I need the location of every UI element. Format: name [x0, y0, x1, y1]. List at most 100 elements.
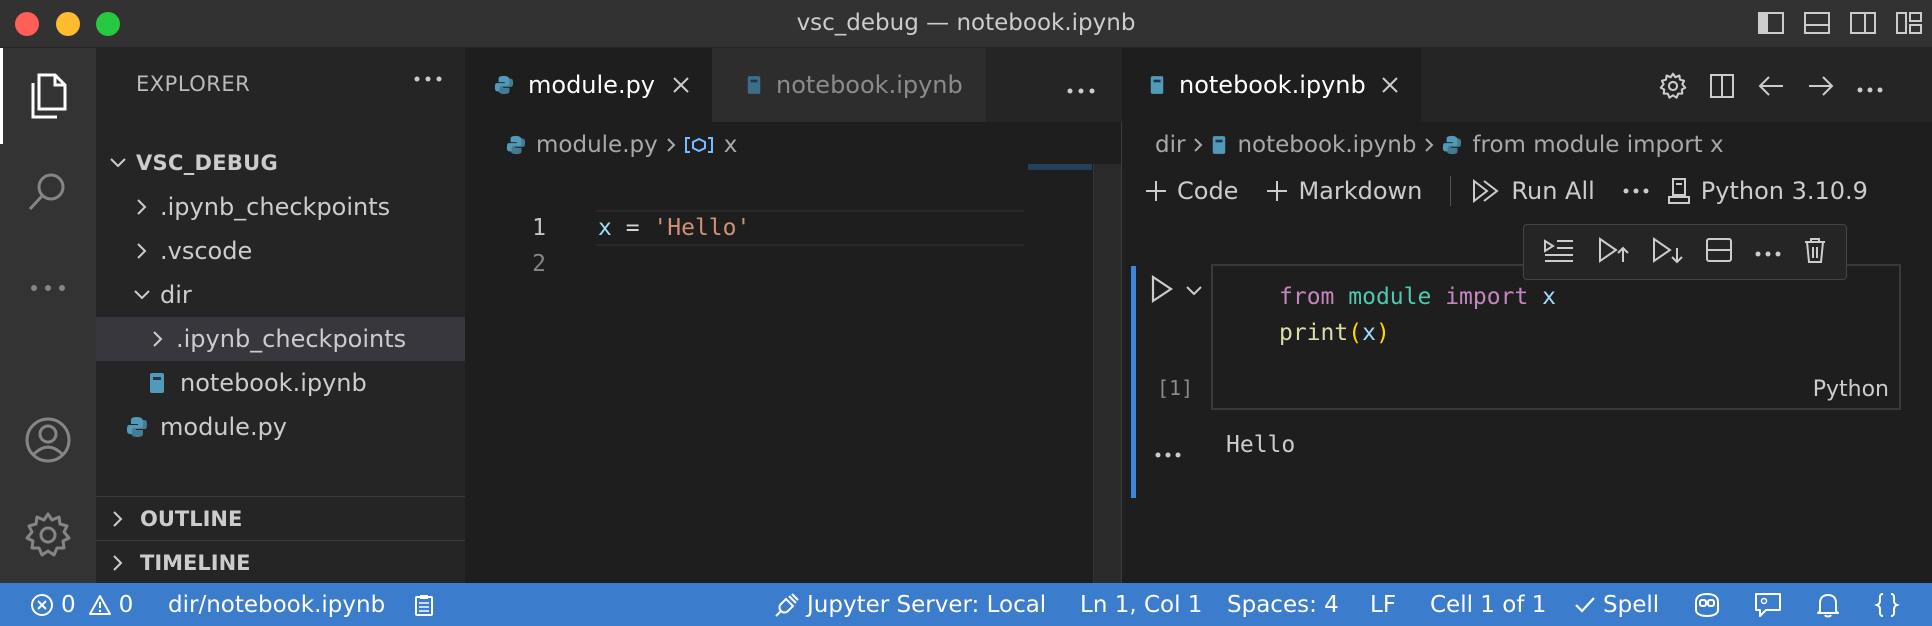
status-file-path[interactable]: dir/notebook.ipynb	[168, 583, 385, 626]
cell-code-line: print(x)	[1279, 320, 1390, 346]
notebook-file-icon	[1149, 74, 1165, 96]
tree-root-folder[interactable]: VSC_DEBUG	[96, 141, 465, 185]
customize-layout-icon[interactable]	[1886, 8, 1932, 38]
chevron-right-icon	[130, 195, 154, 219]
breadcrumb-dir[interactable]: dir	[1155, 132, 1185, 158]
chevron-right-icon	[146, 327, 170, 351]
arrow-left-icon[interactable]	[1757, 75, 1785, 101]
plug-icon	[774, 592, 800, 618]
problems-indicator[interactable]: 0 0	[30, 583, 133, 626]
explorer-more-actions-icon[interactable]	[413, 68, 443, 87]
breadcrumb-file[interactable]: module.py	[506, 132, 658, 158]
end-of-line[interactable]: LF	[1370, 583, 1396, 626]
notebook-toolbar: Code Markdown Run All Python 3.10.9	[1145, 168, 1896, 214]
editor-more-actions-icon[interactable]	[1066, 80, 1096, 99]
cursor-position[interactable]: Ln 1, Col 1	[1080, 583, 1202, 626]
chevron-right-icon	[106, 507, 130, 531]
toggle-panel-icon[interactable]	[1794, 8, 1840, 38]
run-below-icon[interactable]	[1651, 236, 1683, 268]
minimap-slider[interactable]	[1028, 164, 1092, 170]
settings-gear-icon[interactable]	[0, 487, 96, 583]
plus-icon	[1145, 180, 1167, 202]
notebook-file-icon	[146, 372, 168, 394]
explorer-icon[interactable]	[0, 48, 96, 144]
cell-code-line: from module import x	[1279, 284, 1557, 310]
notebook-file-icon	[746, 74, 762, 96]
settings-gear-icon[interactable]	[1659, 72, 1687, 104]
chevron-right-icon	[1193, 137, 1203, 153]
python-file-icon	[1442, 135, 1462, 155]
output-focus-indicator	[1131, 420, 1136, 498]
cell-language-picker[interactable]: Python	[1813, 377, 1889, 402]
copilot-icon[interactable]	[1692, 583, 1722, 626]
add-code-cell-button[interactable]: Code	[1145, 177, 1238, 205]
output-more-actions-icon[interactable]	[1155, 444, 1181, 463]
breadcrumb-file[interactable]: notebook.ipynb	[1211, 132, 1416, 158]
add-markdown-cell-button[interactable]: Markdown	[1266, 177, 1422, 205]
clipboard-icon[interactable]	[414, 583, 434, 626]
check-icon	[1574, 596, 1596, 614]
language-mode-braces-icon[interactable]	[1874, 583, 1900, 626]
tree-item-folder[interactable]: .vscode	[96, 229, 465, 273]
breadcrumb-cell[interactable]: from module import x	[1442, 132, 1724, 158]
arrow-right-icon[interactable]	[1807, 75, 1835, 101]
close-tab-icon[interactable]	[1377, 72, 1403, 98]
tree-item-python-file[interactable]: module.py	[96, 405, 465, 449]
run-options-chevron-icon[interactable]	[1185, 282, 1203, 301]
timeline-section[interactable]: TIMELINE	[96, 540, 465, 584]
warning-icon	[88, 594, 112, 616]
more-icon[interactable]	[0, 240, 96, 336]
close-tab-icon[interactable]	[668, 72, 694, 98]
notifications-bell-icon[interactable]	[1816, 583, 1840, 626]
search-icon[interactable]	[0, 144, 96, 240]
tree-item-folder[interactable]: .ipynb_checkpoints	[96, 185, 465, 229]
cell-output: Hello	[1226, 432, 1296, 458]
toggle-primary-sidebar-icon[interactable]	[1748, 8, 1794, 38]
tree-item-folder[interactable]: .ipynb_checkpoints	[96, 317, 465, 361]
error-icon	[30, 593, 54, 617]
outline-section[interactable]: OUTLINE	[96, 496, 465, 540]
toolbar-more-icon[interactable]	[1623, 187, 1649, 195]
toggle-secondary-sidebar-icon[interactable]	[1840, 8, 1886, 38]
left-editor-group: module.py notebook.ipynb module.py x 1 x…	[466, 48, 1122, 583]
code-line: 2	[532, 251, 546, 277]
jupyter-server-status[interactable]: Jupyter Server: Local	[774, 583, 1046, 626]
split-cell-icon[interactable]	[1705, 237, 1733, 267]
plus-icon	[1266, 180, 1288, 202]
right-editor-group: notebook.ipynb dir notebook.ipynb from m…	[1123, 48, 1932, 583]
python-file-icon	[506, 135, 526, 155]
tab-notebook-ipynb[interactable]: notebook.ipynb	[1123, 48, 1421, 122]
run-cell-button[interactable]	[1149, 274, 1175, 308]
run-all-icon	[1471, 179, 1501, 203]
feedback-icon[interactable]	[1754, 583, 1782, 626]
run-above-icon[interactable]	[1597, 236, 1629, 268]
kernel-picker-button[interactable]: Python 3.10.9	[1667, 177, 1868, 205]
editor-vertical-scrollbar[interactable]	[1093, 164, 1121, 583]
split-editor-icon[interactable]	[1709, 73, 1735, 103]
tab-notebook-ipynb[interactable]: notebook.ipynb	[712, 48, 986, 122]
chevron-down-icon	[130, 283, 154, 307]
execute-above-cells-icon[interactable]	[1543, 237, 1575, 267]
title-bar: vsc_debug — notebook.ipynb	[0, 0, 1932, 48]
account-icon[interactable]	[0, 392, 96, 488]
right-tab-bar: notebook.ipynb	[1123, 48, 1932, 122]
left-tab-bar: module.py notebook.ipynb	[466, 48, 1122, 122]
code-cell[interactable]: from module import x print(x) Python	[1211, 264, 1901, 410]
more-actions-icon[interactable]	[1857, 79, 1883, 98]
delete-cell-trash-icon[interactable]	[1803, 236, 1827, 268]
explorer-header: EXPLORER	[136, 72, 251, 96]
tab-module-py[interactable]: module.py	[466, 48, 712, 122]
breadcrumb-symbol[interactable]: x	[684, 132, 737, 158]
tree-item-notebook[interactable]: notebook.ipynb	[96, 361, 465, 405]
tree-item-folder[interactable]: dir	[96, 273, 465, 317]
chevron-right-icon	[666, 137, 676, 153]
variable-symbol-icon	[684, 135, 714, 155]
spell-check[interactable]: Spell	[1574, 583, 1659, 626]
kernel-server-icon	[1667, 177, 1691, 205]
chevron-right-icon	[106, 551, 130, 575]
cell-position[interactable]: Cell 1 of 1	[1430, 583, 1546, 626]
run-all-button[interactable]: Run All	[1471, 177, 1595, 205]
chevron-right-icon	[130, 239, 154, 263]
indentation[interactable]: Spaces: 4	[1227, 583, 1339, 626]
cell-more-actions-icon[interactable]	[1755, 243, 1781, 262]
